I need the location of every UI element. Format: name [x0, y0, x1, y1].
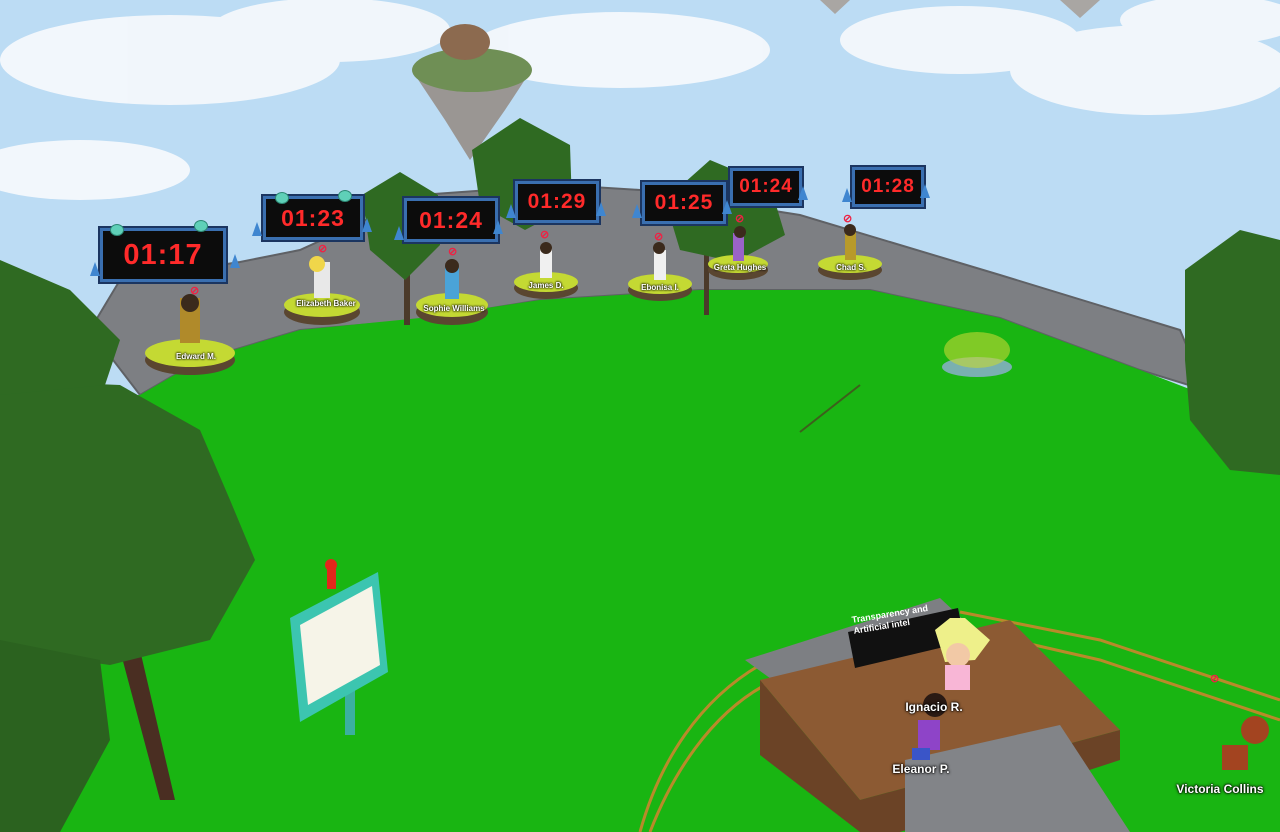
muted-microphone-icon: ⊘: [1210, 673, 1220, 685]
muted-microphone-icon: ⊘: [190, 285, 200, 297]
booth-name: Edward M.: [175, 352, 217, 361]
orb-icon: [194, 220, 208, 232]
cone-icon: [842, 188, 852, 202]
orb-icon: [275, 192, 289, 204]
muted-microphone-icon: ⊘: [735, 213, 745, 225]
cone-icon: [596, 202, 606, 216]
booth-name: James D.: [528, 281, 564, 290]
booth-timer: 01:24: [404, 198, 498, 242]
cone-icon: [394, 226, 404, 240]
booth-name: Ebonisa I.: [641, 283, 679, 292]
cone-icon: [90, 262, 100, 276]
booth-timer: 01:24: [730, 168, 802, 206]
muted-microphone-icon: ⊘: [843, 213, 853, 225]
booth-name: Greta Hughes: [713, 263, 767, 272]
orb-icon: [338, 190, 352, 202]
cone-icon: [632, 204, 642, 218]
muted-microphone-icon: ⊘: [654, 231, 664, 243]
muted-microphone-icon: ⊘: [318, 243, 328, 255]
game-scene: [0, 0, 1280, 832]
booth-timer: 01:28: [852, 167, 924, 207]
cone-icon: [362, 218, 372, 232]
muted-microphone-icon: ⊘: [448, 246, 458, 258]
cone-icon: [252, 222, 262, 236]
booth-timer: 01:17: [100, 228, 226, 282]
booth-name: Elizabeth Baker: [296, 299, 356, 308]
booth-name: Chad S.: [836, 263, 866, 272]
empty-booth-pod[interactable]: [942, 332, 1012, 377]
cone-icon: [493, 220, 503, 234]
cone-icon: [722, 200, 732, 214]
cone-icon: [920, 184, 930, 198]
booth-timer: 01:29: [515, 181, 599, 223]
cone-icon: [506, 204, 516, 218]
orb-icon: [110, 224, 124, 236]
cone-icon: [230, 254, 240, 268]
booth-name: Sophie Williams: [423, 304, 485, 313]
muted-microphone-icon: ⊘: [540, 229, 550, 241]
avatar-name-victoria: Victoria Collins: [1176, 782, 1264, 796]
booth-timer: 01:25: [642, 182, 726, 224]
cone-icon: [798, 186, 808, 200]
avatar-name-ignacio: Ignacio R.: [905, 700, 963, 714]
avatar-name-eleanor: Eleanor P.: [892, 762, 950, 776]
